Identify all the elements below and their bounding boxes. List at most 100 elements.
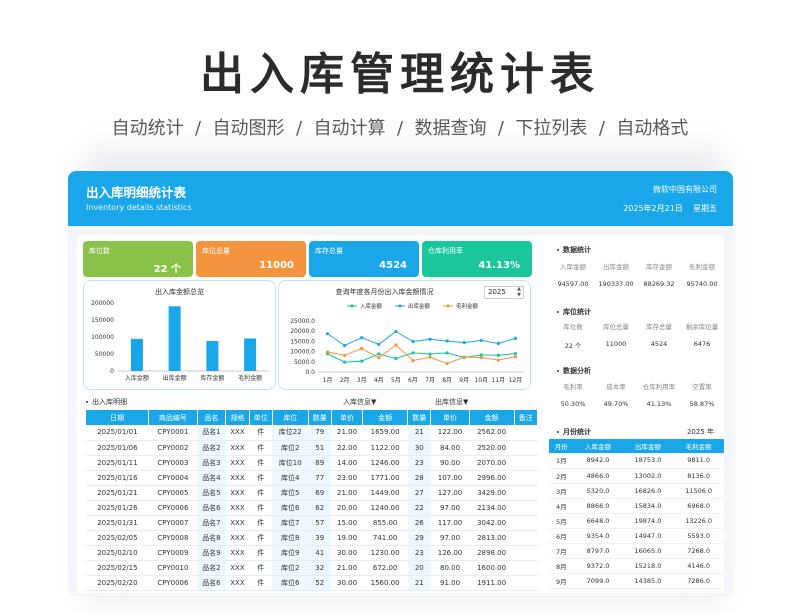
table-cell: 件 [249, 455, 273, 471]
table-cell: CPY0001 [148, 425, 198, 441]
data-point [343, 353, 347, 358]
analysis-stats-title: 数据分析 [557, 366, 591, 376]
data-stats-title-text: 数据统计 [563, 246, 591, 254]
column-header[interactable]: 备注 [514, 410, 539, 425]
monthly-cell: 6968.0 [673, 498, 724, 514]
table-cell: 2025/02/05 [86, 530, 149, 546]
data-point [428, 352, 432, 356]
table-cell: 件 [249, 485, 273, 501]
column-header[interactable]: 单价 [331, 410, 364, 425]
monthly-row: 3月 5320.0 16826.0 11506.0 [549, 483, 724, 499]
table-cell: 1230.00 [362, 545, 408, 561]
column-header[interactable]: 单位 [249, 410, 273, 425]
table-row[interactable]: 2025/02/15 CPY0010 品名2 XXX 件库位2 32 21.00 672.00… [86, 560, 538, 576]
x-tick-label: 3月 [357, 377, 367, 384]
table-cell: 1659.00 [362, 425, 408, 441]
table-cell: XXX [225, 485, 250, 501]
monthly-cell: 15218.0 [622, 558, 674, 574]
y-tick-label: 10000.0 [290, 349, 315, 356]
stat-value: 88269.32 [643, 280, 675, 288]
monthly-column-header: 出库金额 [622, 439, 674, 453]
table-cell: 品名5 [197, 485, 226, 501]
table-row[interactable]: 2025/02/10 CPY0009 品名9 XXX 件库位9 41 30.00 1230.0… [86, 545, 538, 561]
monthly-cell: 19874.0 [622, 513, 674, 529]
inbound-group-filter[interactable]: 入库信息▼ [343, 397, 376, 407]
monthly-cell: 13226.0 [673, 513, 724, 529]
table-cell: 90.00 [430, 455, 470, 471]
year-selector[interactable]: 2025 ▲ ▼ [484, 286, 524, 299]
table-cell: 2070.00 [469, 455, 515, 471]
chart-legend: 入库金额 出库金额 毛利金额 [347, 302, 479, 310]
monthly-row: 2月 4866.0 13002.0 8136.0 [549, 468, 724, 484]
column-header[interactable]: 金额 [469, 410, 515, 425]
data-point [462, 355, 466, 359]
legend-marker [446, 304, 450, 308]
table-cell: 127.00 [430, 485, 470, 501]
table-cell: 79 [308, 425, 332, 441]
table-cell: CPY0005 [148, 485, 198, 501]
table-row[interactable]: 2025/02/20 CPY0006 品名6 XXX 件库位6 52 30.00 1560.0… [86, 575, 538, 591]
column-header[interactable]: 数量 [407, 410, 432, 425]
monthly-cell: 1月 [549, 453, 574, 469]
table-cell: CPY0006 [148, 575, 198, 591]
column-header[interactable]: 金额 [362, 410, 409, 425]
table-cell: 30.00 [331, 545, 363, 561]
table-cell: 107.00 [430, 470, 470, 486]
table-cell: 品名8 [197, 530, 226, 546]
table-cell: 2025/01/21 [86, 485, 149, 501]
column-header[interactable]: 品名 [197, 410, 227, 425]
monthly-cell: 2月 [549, 468, 574, 484]
table-cell: 2520.00 [469, 440, 515, 456]
spinner-arrows-icon[interactable]: ▲ ▼ [517, 286, 521, 298]
data-point [377, 352, 381, 356]
table-cell: CPY0004 [148, 470, 198, 486]
bullet-icon [557, 431, 559, 433]
monthly-cell: 9372.0 [573, 558, 623, 574]
table-cell: 件 [249, 470, 273, 486]
monthly-year[interactable]: 2025 年 [687, 427, 714, 437]
table-row[interactable]: 2025/01/11 CPY0003 品名3 XXX 件库位10 89 14.00 1246.… [86, 455, 538, 471]
table-cell: 21 [407, 425, 431, 441]
monthly-stats-title: 月份统计 [557, 427, 591, 437]
table-cell: 2025/01/11 [86, 455, 149, 471]
table-row[interactable]: 2025/02/05 CPY0008 品名8 XXX 件库位8 39 19.00 741.00… [86, 530, 538, 546]
table-cell: XXX [225, 575, 250, 591]
x-tick-label: 7月 [425, 377, 435, 384]
monthly-stats-title-text: 月份统计 [563, 428, 591, 436]
table-row[interactable]: 2025/01/16 CPY0004 品名4 XXX 件库位4 77 23.00 1771.0… [86, 470, 538, 486]
table-cell: 23.00 [331, 470, 363, 486]
table-row[interactable]: 2025/01/21 CPY0005 品名5 XXX 件库位5 69 21.00 1449.0… [86, 485, 538, 501]
kpi-value: 41.13% [478, 260, 520, 271]
detail-table-header: 日期 商品编号 品名 规格 单位 库位 数量 单价 金额 数量 单价 金额 备注 [86, 410, 539, 425]
monthly-cell: 11506.0 [673, 483, 724, 499]
table-cell: 件 [249, 545, 273, 561]
table-cell: 27 [407, 485, 431, 501]
right-panel: 数据统计 入库金额 出库金额 库存金额 毛利金额 94597.00 190337.00 88… [549, 235, 724, 593]
column-header[interactable]: 日期 [86, 410, 150, 425]
table-cell: XXX [225, 515, 250, 531]
bar-chart: 200000 150000 100000 50000 0 入库金额 出库金额 库存金额 毛利金额 [91, 300, 269, 382]
table-cell: 3429.00 [469, 485, 515, 501]
column-header[interactable]: 商品编号 [148, 410, 198, 425]
year-selector-value: 2025 [488, 288, 506, 296]
table-cell: 1600.00 [469, 560, 515, 576]
table-row[interactable]: 2025/01/06 CPY0002 品名2 XXX 件库位2 51 22.00 1122.0… [86, 440, 538, 456]
monthly-cell: 9811.0 [673, 453, 724, 469]
table-row[interactable]: 2025/01/31 CPY0007 品名7 XXX 件库位7 57 15.00 855.00… [86, 515, 538, 531]
table-row[interactable]: 2025/01/26 CPY0006 品名6 XXX 件库位6 62 20.00 1240.0… [86, 500, 538, 516]
table-cell: 2813.00 [469, 530, 515, 546]
column-header[interactable]: 数量 [308, 410, 332, 425]
stat-value: 41.13% [646, 400, 672, 408]
table-cell: 品名7 [197, 515, 226, 531]
column-header[interactable]: 规格 [225, 410, 250, 425]
monthly-cell: 14947.0 [622, 528, 674, 544]
monthly-cell: 8797.0 [573, 543, 623, 559]
table-row[interactable]: 2025/01/01 CPY0001 品名1 XXX 件库位22 79 21.00 1659.… [86, 425, 538, 441]
column-header[interactable]: 单价 [430, 410, 470, 425]
table-cell [514, 545, 538, 561]
x-tick-label: 库存金额 [200, 374, 224, 382]
monthly-cell: 7099.0 [573, 573, 623, 589]
column-header[interactable]: 库位 [272, 410, 309, 425]
outbound-group-filter[interactable]: 出库信息▼ [435, 397, 468, 407]
stat-value: 22 个 [564, 342, 582, 350]
